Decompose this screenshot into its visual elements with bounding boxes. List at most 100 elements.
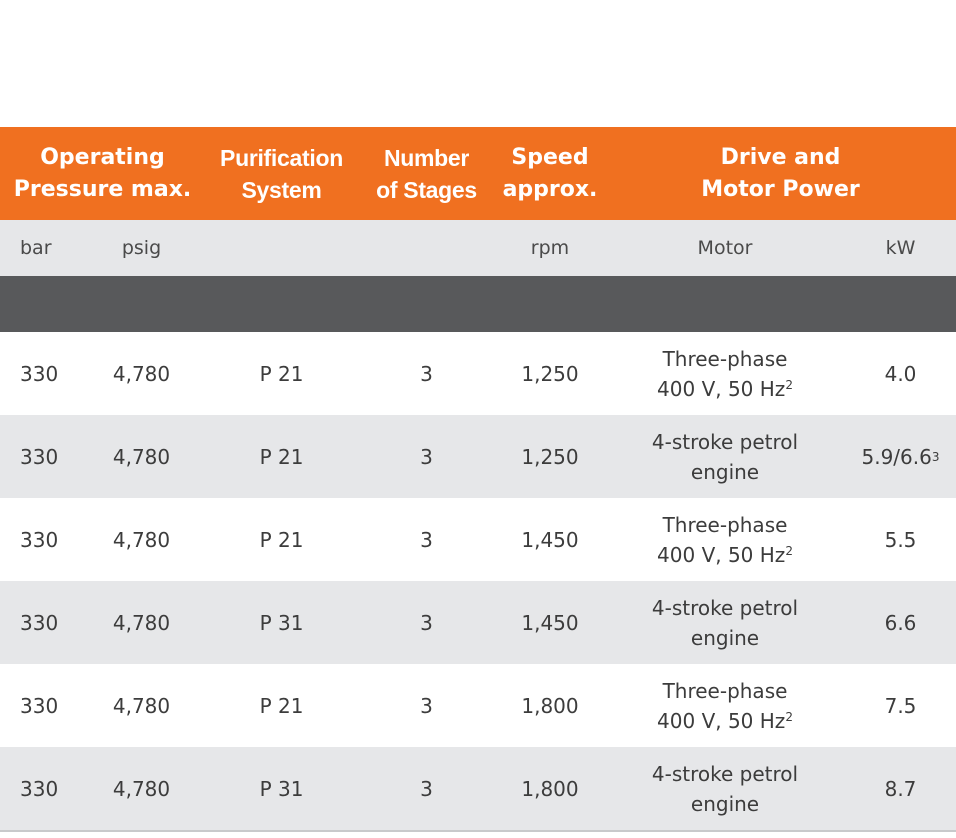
header-drive-line1: Drive and xyxy=(720,144,841,170)
cell-stages: 3 xyxy=(420,527,433,552)
cell-kw-value: 8.7 xyxy=(884,776,917,801)
cell-stages: 3 xyxy=(420,693,433,718)
header-speed: Speed approx. xyxy=(495,142,605,206)
cell-motor-line1: Three-phase xyxy=(662,678,788,703)
cell-kw: 4.0 xyxy=(845,362,956,386)
cell-kw-value: 4.0 xyxy=(884,361,917,386)
cell-psig: 4,780 xyxy=(112,361,171,386)
table-bottom-rule xyxy=(0,830,956,832)
cell-motor: 4-stroke petrol engine xyxy=(605,427,845,487)
cell-speed: 1,450 xyxy=(521,527,579,552)
cell-bar: 330 xyxy=(20,610,59,635)
cell-motor-footnote: 2 xyxy=(785,377,793,392)
cell-kw-value: 7.5 xyxy=(884,693,917,718)
cell-motor-line2-text: 400 V, 50 Hz xyxy=(657,542,786,567)
cell-motor-line2: 400 V, 50 Hz2 xyxy=(657,540,793,570)
header-purification-line1: Purification xyxy=(220,144,343,171)
cell-stages: 3 xyxy=(420,776,433,801)
cell-kw: 7.5 xyxy=(845,694,956,718)
table-row: 330 4,780 P 21 3 1,250 4-stroke petrol e… xyxy=(0,415,956,498)
cell-speed: 1,450 xyxy=(521,610,579,635)
table-row: 330 4,780 P 21 3 1,250 Three-phase 400 V… xyxy=(0,332,956,415)
cell-motor: Three-phase 400 V, 50 Hz2 xyxy=(605,676,845,736)
cell-psig: 4,780 xyxy=(112,693,171,718)
cell-psig: 4,780 xyxy=(112,444,171,469)
table-row: 330 4,780 P 21 3 1,800 Three-phase 400 V… xyxy=(0,664,956,747)
cell-purification: P 21 xyxy=(259,693,304,718)
cell-bar: 330 xyxy=(20,693,59,718)
cell-purification: P 31 xyxy=(259,610,304,635)
header-operating-pressure: Operating Pressure max. xyxy=(0,142,205,206)
header-purification-line2: System xyxy=(241,176,322,203)
cell-psig: 4,780 xyxy=(112,527,171,552)
cell-bar: 330 xyxy=(20,444,59,469)
cell-motor-line2: engine xyxy=(691,457,759,487)
cell-speed: 1,250 xyxy=(521,444,579,469)
unit-rpm: rpm xyxy=(530,237,570,259)
cell-stages: 3 xyxy=(420,610,433,635)
cell-motor-line2: engine xyxy=(691,789,759,819)
cell-psig: 4,780 xyxy=(112,776,171,801)
table-header-row: Operating Pressure max. Purification Sys… xyxy=(0,127,956,220)
cell-motor: 4-stroke petrol engine xyxy=(605,593,845,653)
header-pressure-line2: Pressure max. xyxy=(13,176,192,202)
header-number-of-stages: Number of Stages xyxy=(358,142,495,206)
cell-kw: 8.7 xyxy=(845,777,956,801)
cell-motor-line1: 4-stroke petrol xyxy=(651,595,799,620)
cell-kw: 5.9/6.6 3 xyxy=(861,444,940,469)
cell-purification: P 31 xyxy=(259,776,304,801)
cell-kw: 5.5 xyxy=(845,528,956,552)
cell-motor-line2: 400 V, 50 Hz2 xyxy=(657,374,793,404)
cell-speed: 1,250 xyxy=(521,361,579,386)
table-units-row: bar psig rpm Motor kW xyxy=(0,220,956,276)
cell-stages: 3 xyxy=(420,444,433,469)
cell-purification: P 21 xyxy=(259,527,304,552)
unit-motor: Motor xyxy=(697,237,753,259)
header-speed-line2: approx. xyxy=(502,176,598,202)
cell-motor-footnote: 2 xyxy=(785,543,793,558)
cell-motor: Three-phase 400 V, 50 Hz2 xyxy=(605,510,845,570)
cell-motor-footnote: 2 xyxy=(785,709,793,724)
cell-motor-line2-text: 400 V, 50 Hz xyxy=(657,708,786,733)
cell-purification: P 21 xyxy=(259,361,304,386)
section-band xyxy=(0,276,956,332)
table-row: 330 4,780 P 31 3 1,800 4-stroke petrol e… xyxy=(0,747,956,830)
unit-psig: psig xyxy=(121,237,162,259)
cell-bar: 330 xyxy=(20,527,59,552)
cell-motor-line2-text: engine xyxy=(690,625,760,650)
cell-motor: Three-phase 400 V, 50 Hz2 xyxy=(605,344,845,404)
cell-purification: P 21 xyxy=(259,444,304,469)
header-purification-system: Purification System xyxy=(205,142,358,206)
table-row: 330 4,780 P 31 3 1,450 4-stroke petrol e… xyxy=(0,581,956,664)
cell-motor-line1: Three-phase xyxy=(662,346,788,371)
cell-motor-line1: Three-phase xyxy=(662,512,788,537)
compressor-spec-table: Operating Pressure max. Purification Sys… xyxy=(0,127,956,832)
cell-kw-value: 6.6 xyxy=(884,610,917,635)
cell-motor-line2-text: 400 V, 50 Hz xyxy=(657,376,786,401)
header-speed-line1: Speed xyxy=(511,144,589,170)
table-row: 330 4,780 P 21 3 1,450 Three-phase 400 V… xyxy=(0,498,956,581)
cell-motor-line1: 4-stroke petrol xyxy=(651,761,799,786)
header-stages-line2: of Stages xyxy=(376,176,477,203)
table-body: 330 4,780 P 21 3 1,250 Three-phase 400 V… xyxy=(0,332,956,830)
header-pressure-line1: Operating xyxy=(40,144,165,170)
cell-kw-value: 5.5 xyxy=(884,527,917,552)
cell-motor: 4-stroke petrol engine xyxy=(605,759,845,819)
cell-stages: 3 xyxy=(420,361,433,386)
header-stages-line1: Number xyxy=(383,144,470,171)
cell-motor-line1: 4-stroke petrol xyxy=(651,429,799,454)
cell-kw-value: 5.9/6.6 xyxy=(861,444,932,469)
cell-bar: 330 xyxy=(20,776,59,801)
cell-motor-line2-text: engine xyxy=(690,791,760,816)
unit-kw: kW xyxy=(885,237,916,259)
cell-kw: 6.6 xyxy=(845,611,956,635)
cell-motor-line2: engine xyxy=(691,623,759,653)
cell-speed: 1,800 xyxy=(521,693,579,718)
cell-speed: 1,800 xyxy=(521,776,579,801)
unit-bar: bar xyxy=(20,237,52,259)
cell-bar: 330 xyxy=(20,361,59,386)
header-drive-motor-power: Drive and Motor Power xyxy=(605,142,956,206)
cell-motor-line2: 400 V, 50 Hz2 xyxy=(657,706,793,736)
cell-psig: 4,780 xyxy=(112,610,171,635)
header-drive-line2: Motor Power xyxy=(701,176,860,202)
